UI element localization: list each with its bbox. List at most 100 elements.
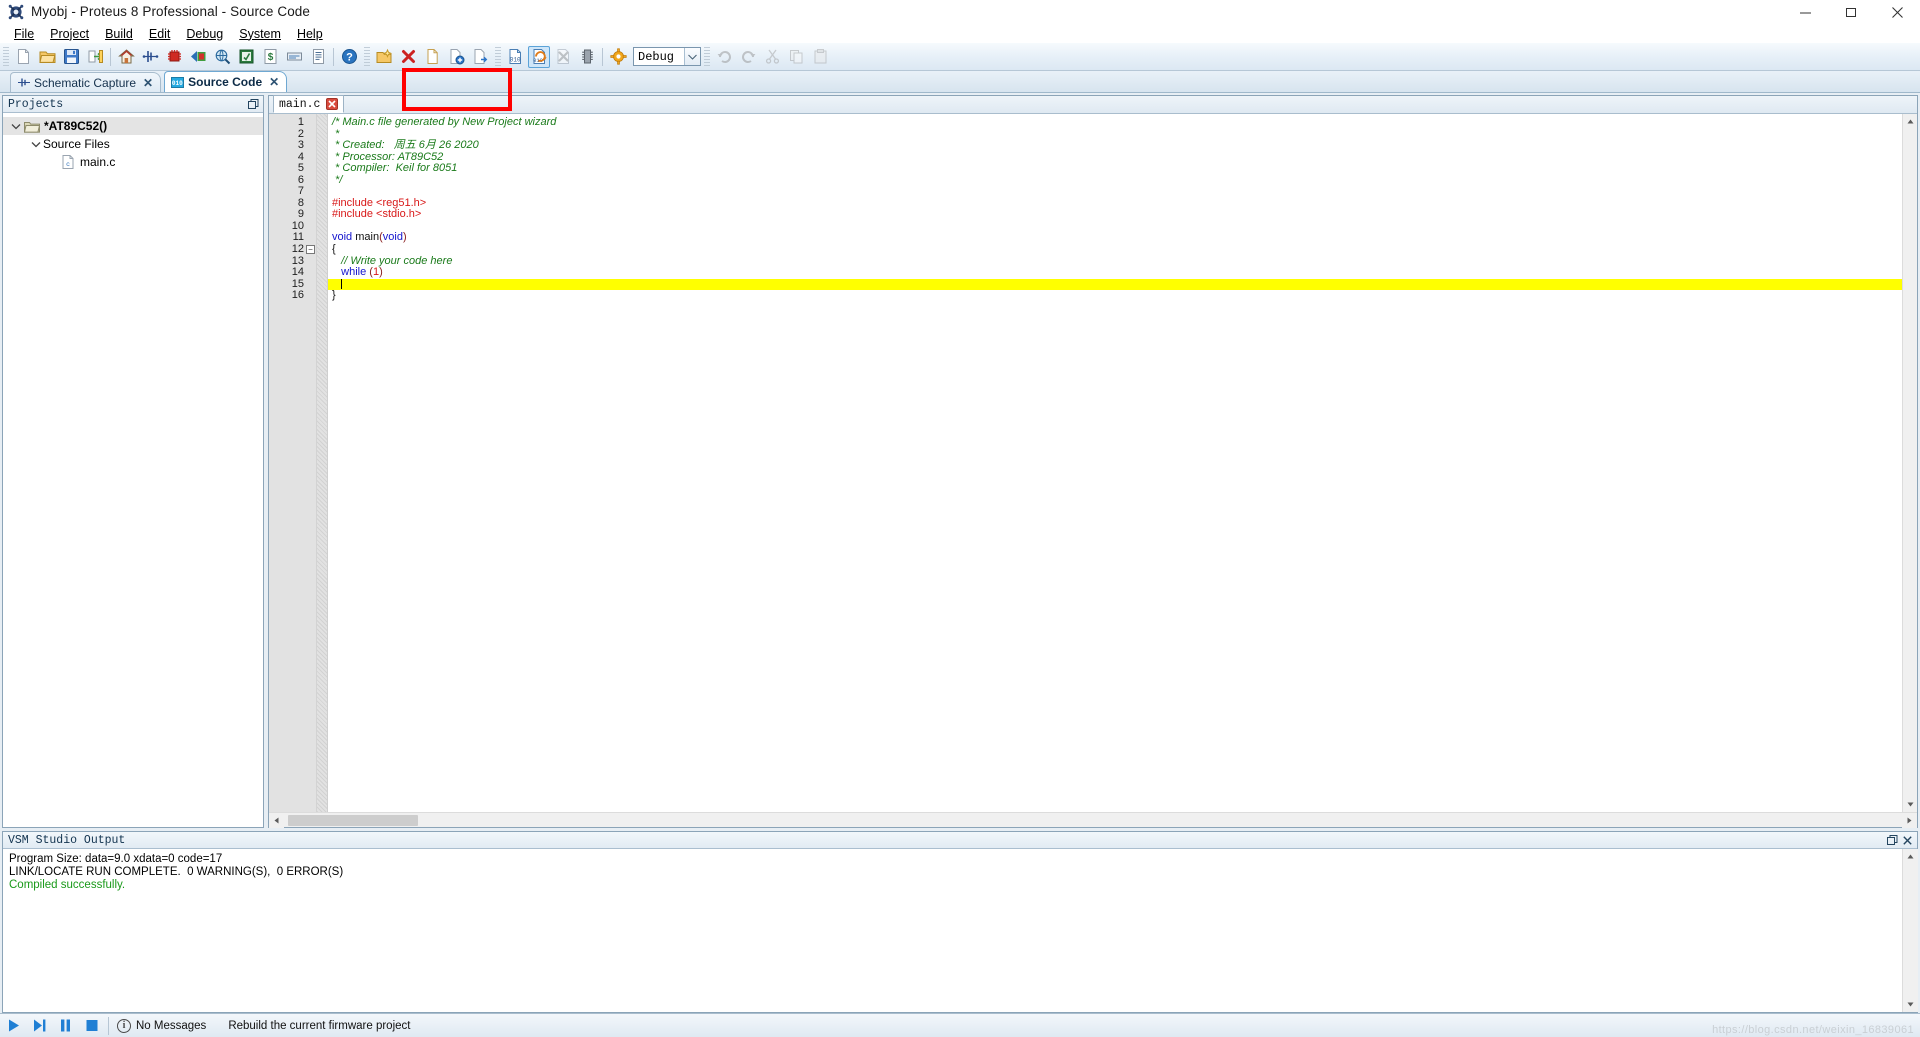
toolbar-grip-4[interactable] xyxy=(704,46,710,67)
editor-hscroll-thumb[interactable] xyxy=(288,814,418,826)
cut-icon[interactable] xyxy=(761,46,783,68)
toolbar-grip-3[interactable] xyxy=(495,46,501,67)
menu-build[interactable]: Build xyxy=(97,26,141,42)
code-text[interactable]: /* Main.c file generated by New Project … xyxy=(328,114,1902,812)
pcb-layout-icon[interactable] xyxy=(163,46,185,68)
code-line[interactable]: * Compiler: Keil for 8051 xyxy=(328,162,1902,175)
menu-help[interactable]: Help xyxy=(289,26,331,42)
paste-icon[interactable] xyxy=(809,46,831,68)
code-area[interactable]: 1 2 3 4 5 6 7 8 9 10 11 12−13 14 15 16 /* Main.c file … xyxy=(269,114,1917,812)
code-line[interactable]: * Processor: AT89C52 xyxy=(328,151,1902,164)
status-message[interactable]: i No Messages xyxy=(113,1018,206,1033)
maximize-button[interactable] xyxy=(1828,0,1874,24)
close-button[interactable] xyxy=(1874,0,1920,24)
build-configuration-select[interactable]: Debug xyxy=(633,47,701,66)
clean-icon[interactable] xyxy=(552,46,574,68)
tab-schematic-capture[interactable]: Schematic Capture ✕ xyxy=(10,72,162,92)
home-icon[interactable] xyxy=(115,46,137,68)
scroll-up-arrow-icon[interactable] xyxy=(1902,114,1917,129)
gear-icon[interactable] xyxy=(607,46,629,68)
code-line[interactable]: } xyxy=(328,289,1902,302)
close-icon[interactable] xyxy=(1901,834,1914,847)
code-line[interactable]: * xyxy=(328,128,1902,141)
tree-node-main-c[interactable]: c main.c xyxy=(3,153,263,171)
step-icon[interactable] xyxy=(26,1015,52,1037)
source-editor-panel: main.c 1 2 3 4 5 6 7 8 9 10 11 12−13 14 15 16 /* Main.… xyxy=(268,95,1918,828)
tab-source-code[interactable]: 010 Source Code ✕ xyxy=(164,71,288,92)
remove-file-icon[interactable] xyxy=(397,46,419,68)
pause-icon[interactable] xyxy=(52,1015,78,1037)
code-line[interactable]: */ xyxy=(328,174,1902,187)
undo-icon[interactable] xyxy=(713,46,735,68)
new-file-icon[interactable] xyxy=(421,46,443,68)
scroll-down-arrow-icon[interactable] xyxy=(1902,797,1917,812)
chevron-down-icon[interactable] xyxy=(9,119,23,133)
line-number: 6 xyxy=(297,173,304,186)
project-notes-icon[interactable] xyxy=(283,46,305,68)
help-icon[interactable]: ? xyxy=(338,46,360,68)
code-line[interactable]: /* Main.c file generated by New Project … xyxy=(328,116,1902,129)
output-scroll-down-arrow-icon[interactable] xyxy=(1902,997,1918,1012)
menu-edit[interactable]: Edit xyxy=(141,26,179,42)
tab-schematic-capture-close-icon[interactable]: ✕ xyxy=(143,77,153,89)
bom-cost-icon[interactable]: $ xyxy=(259,46,281,68)
save-icon[interactable] xyxy=(60,46,82,68)
code-line[interactable]: while (1) xyxy=(328,266,1902,279)
scroll-left-arrow-icon[interactable] xyxy=(269,812,284,828)
add-files-icon[interactable] xyxy=(373,46,395,68)
code-line[interactable] xyxy=(328,221,1902,233)
menu-system[interactable]: System xyxy=(231,26,289,42)
copy-icon[interactable] xyxy=(785,46,807,68)
toolbar-grip[interactable] xyxy=(3,46,9,67)
output-vertical-scrollbar[interactable] xyxy=(1902,849,1918,1012)
menu-project[interactable]: Project xyxy=(42,26,97,42)
design-explorer-icon[interactable] xyxy=(211,46,233,68)
chevron-down-icon-2[interactable] xyxy=(29,137,43,151)
save-file-as-icon[interactable] xyxy=(469,46,491,68)
editor-vertical-scrollbar[interactable] xyxy=(1902,114,1917,812)
new-document-icon[interactable] xyxy=(12,46,34,68)
line-number-gutter: 1 2 3 4 5 6 7 8 9 10 11 12−13 14 15 16 xyxy=(269,114,317,812)
report-icon[interactable] xyxy=(307,46,329,68)
upload-firmware-icon[interactable] xyxy=(576,46,598,68)
bill-of-materials-icon[interactable] xyxy=(235,46,257,68)
menu-file[interactable]: File xyxy=(6,26,42,42)
open-folder-icon[interactable] xyxy=(36,46,58,68)
output-scroll-up-arrow-icon[interactable] xyxy=(1902,849,1918,864)
float-panel-icon-2[interactable] xyxy=(1886,834,1899,847)
float-panel-icon[interactable] xyxy=(247,98,260,111)
tree-node-source-files[interactable]: Source Files xyxy=(3,135,263,153)
toolbar-grip-2[interactable] xyxy=(364,46,370,67)
tree-node-project[interactable]: *AT89C52() xyxy=(3,117,263,135)
chevron-down-icon[interactable] xyxy=(684,48,700,65)
code-line[interactable]: void main(void) xyxy=(328,232,1902,244)
editor-vscroll-track[interactable] xyxy=(1902,129,1917,797)
tab-source-code-close-icon[interactable]: ✕ xyxy=(269,76,279,88)
import-export-icon[interactable] xyxy=(84,46,106,68)
code-line[interactable] xyxy=(328,278,1902,291)
add-existing-file-icon[interactable] xyxy=(445,46,467,68)
3d-visualizer-icon[interactable] xyxy=(187,46,209,68)
file-tab-main-c[interactable]: main.c xyxy=(273,95,345,113)
rebuild-icon[interactable]: 010 xyxy=(528,45,550,68)
minimize-button[interactable] xyxy=(1782,0,1828,24)
project-tree[interactable]: *AT89C52() Source Files c main.c xyxy=(3,113,263,827)
code-line[interactable]: #include <reg51.h> xyxy=(328,197,1902,210)
code-line[interactable]: { xyxy=(328,243,1902,256)
file-tab-close-icon[interactable] xyxy=(326,98,339,110)
code-line[interactable]: #include <stdio.h> xyxy=(328,209,1902,221)
editor-horizontal-scrollbar[interactable] xyxy=(269,812,1917,828)
code-line[interactable]: * Created: 周五 6月 26 2020 xyxy=(328,139,1902,152)
scroll-right-arrow-icon[interactable] xyxy=(1902,812,1917,828)
redo-icon[interactable] xyxy=(737,46,759,68)
schematic-capture-icon[interactable] xyxy=(139,46,161,68)
compile-icon[interactable]: 010 xyxy=(504,46,526,68)
code-line[interactable] xyxy=(328,186,1902,198)
fold-toggle-icon[interactable]: − xyxy=(306,245,315,255)
code-token: { xyxy=(332,243,336,256)
play-icon[interactable] xyxy=(0,1015,26,1037)
output-vscroll-track[interactable] xyxy=(1902,864,1918,997)
menu-debug[interactable]: Debug xyxy=(178,26,231,42)
code-line[interactable]: // Write your code here xyxy=(328,255,1902,268)
stop-icon[interactable] xyxy=(78,1015,104,1037)
